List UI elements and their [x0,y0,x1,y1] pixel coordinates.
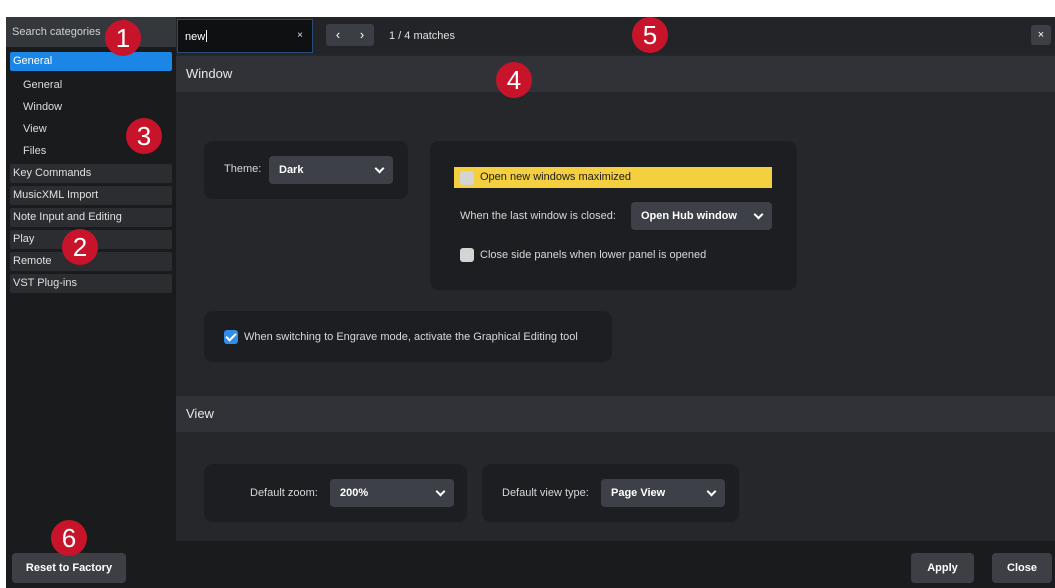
window-section-header: Window [176,56,1055,92]
category-general[interactable]: General [10,52,172,71]
chevron-down-icon [435,486,446,497]
theme-label: Theme: [224,163,262,175]
default-view-type-label: Default view type: [502,487,589,499]
search-toolbar: new × ‹ › 1 / 4 matches × [176,17,1055,54]
chevron-down-icon [374,163,385,174]
category-key-commands[interactable]: Key Commands [10,164,172,183]
category-musicxml-import[interactable]: MusicXML Import [10,186,172,205]
previous-match-button[interactable]: ‹ [326,24,350,46]
view-section-header: View [176,396,1055,432]
callout-4: 4 [496,62,532,98]
search-input-value: new [185,31,206,43]
apply-button[interactable]: Apply [911,553,974,583]
match-navigation: ‹ › [326,24,374,46]
engrave-option-panel: When switching to Engrave mode, activate… [204,311,612,362]
default-view-type-value: Page View [611,487,666,499]
callout-5: 5 [632,17,668,53]
default-zoom-value: 200% [340,487,369,499]
match-count: 1 / 4 matches [389,30,456,42]
chevron-down-icon [753,209,764,220]
theme-panel: Theme: Dark [204,141,408,199]
open-maximized-label: Open new windows maximized [480,171,632,183]
close-side-panels-checkbox[interactable] [460,248,474,262]
last-window-label: When the last window is closed: [460,210,616,222]
subcategory-window[interactable]: Window [6,96,176,118]
engrave-mode-checkbox[interactable] [224,330,238,344]
next-match-button[interactable]: › [350,24,374,46]
window-options-panel: Open new windows maximized When the last… [430,141,797,290]
category-vst-plug-ins[interactable]: VST Plug-ins [10,274,172,293]
default-view-type-panel: Default view type: Page View [482,464,739,522]
dialog-footer: Reset to Factory Apply Close [6,541,1055,588]
engrave-mode-label: When switching to Engrave mode, activate… [244,331,578,343]
default-zoom-dropdown[interactable]: 200% [330,479,454,507]
search-categories-field[interactable]: Search categories [6,17,176,47]
last-window-dropdown[interactable]: Open Hub window [631,202,772,230]
default-view-type-dropdown[interactable]: Page View [601,479,725,507]
last-window-value: Open Hub window [641,210,737,222]
clear-search-icon[interactable]: × [297,30,303,41]
default-zoom-label: Default zoom: [250,487,318,499]
chevron-down-icon [706,486,717,497]
close-button[interactable]: Close [992,553,1052,583]
subcategory-general[interactable]: General [6,74,176,96]
preferences-dialog: new × ‹ › 1 / 4 matches × Search categor… [6,17,1055,588]
close-side-panels-label: Close side panels when lower panel is op… [480,249,707,261]
category-note-input-and-editing[interactable]: Note Input and Editing [10,208,172,227]
search-input[interactable]: new × [177,19,313,53]
callout-6: 6 [51,520,87,556]
theme-dropdown[interactable]: Dark [269,156,393,184]
callout-1: 1 [105,20,141,56]
callout-3: 3 [126,118,162,154]
callout-2: 2 [62,229,98,265]
reset-to-factory-button[interactable]: Reset to Factory [12,553,126,583]
close-search-button[interactable]: × [1031,25,1051,45]
text-cursor [206,30,208,42]
default-zoom-panel: Default zoom: 200% [204,464,467,522]
theme-value: Dark [279,164,304,176]
preferences-content[interactable]: Window Theme: Dark Open new windows maxi… [176,54,1055,541]
open-maximized-checkbox[interactable] [460,171,474,185]
